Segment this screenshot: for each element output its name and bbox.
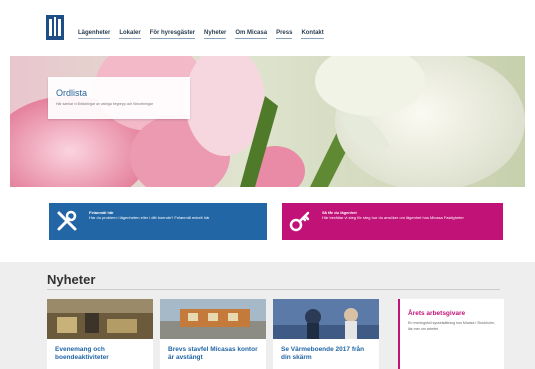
tile-text: Har du problem i lägenheten eller i ditt…	[89, 215, 210, 220]
news-image	[47, 299, 153, 339]
tools-icon	[57, 210, 77, 231]
news-card[interactable]: Se Värmeboende 2017 från din skärm	[273, 299, 379, 369]
employer-card[interactable]: Årets arbetsgivare En meningsfull syssel…	[398, 299, 504, 369]
nav-item-lokaler[interactable]: Lokaler	[119, 30, 141, 39]
report-fault-tile[interactable]: Felanmäl här Har du problem i lägenheten…	[49, 203, 267, 240]
divider	[47, 289, 500, 290]
get-apartment-tile[interactable]: Så får du lägenhet Här berättar vi steg …	[282, 203, 503, 240]
hero-tulip-image	[10, 56, 525, 187]
tile-text: Här berättar vi steg för steg hur du ans…	[322, 215, 464, 220]
key-icon	[289, 211, 310, 232]
nav-item-om-micasa[interactable]: Om Micasa	[235, 30, 268, 39]
nav-item-for-hyresgaster[interactable]: För hyresgäster	[149, 30, 196, 39]
news-card-title: Evenemang och boendeaktiviteter	[55, 346, 109, 361]
news-section: Nyheter Evenemang och boendeaktiviteter …	[0, 262, 535, 369]
news-image	[273, 299, 379, 339]
news-card[interactable]: Evenemang och boendeaktiviteter	[47, 299, 153, 369]
nav-item-lagenheter[interactable]: Lägenheter	[78, 30, 111, 39]
employer-title: Årets arbetsgivare	[408, 310, 466, 317]
micasa-logo-icon[interactable]	[46, 15, 64, 40]
news-card-title: Brevs stavfel Micasas kontor är avstängt	[168, 346, 258, 361]
header: Lägenheter Lokaler För hyresgäster Nyhet…	[0, 0, 535, 56]
employer-text: En meningsfull sysselsättning hos Micasa…	[408, 321, 495, 331]
hero-subtitle: Här samlar vi förklaringar av vanliga be…	[56, 102, 153, 106]
hero-banner: Ordlista Här samlar vi förklaringar av v…	[10, 56, 525, 187]
nav-item-kontakt[interactable]: Kontakt	[301, 30, 324, 39]
nav-item-nyheter[interactable]: Nyheter	[204, 30, 227, 39]
news-heading: Nyheter	[47, 272, 96, 287]
main-nav: Lägenheter Lokaler För hyresgäster Nyhet…	[78, 30, 324, 39]
hero-info-box[interactable]: Ordlista Här samlar vi förklaringar av v…	[48, 77, 190, 119]
news-card[interactable]: Brevs stavfel Micasas kontor är avstängt	[160, 299, 266, 369]
nav-item-press[interactable]: Press	[276, 30, 293, 39]
hero-title: Ordlista	[56, 88, 88, 98]
news-image	[160, 299, 266, 339]
news-card-title: Se Värmeboende 2017 från din skärm	[281, 346, 365, 361]
